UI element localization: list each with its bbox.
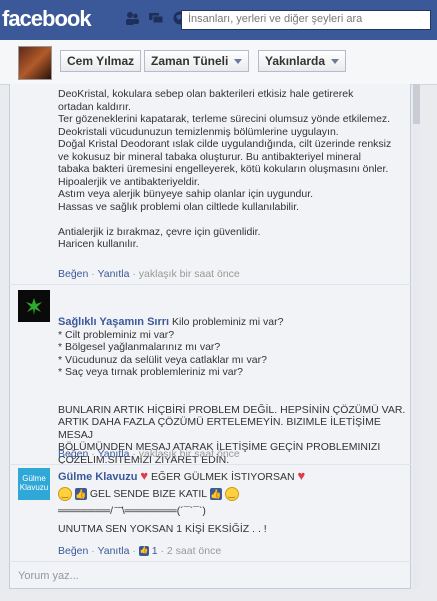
comment-1-actions: Beğen · Yanıtla · yaklaşık bir saat önce	[58, 268, 240, 280]
divider	[9, 464, 411, 465]
like-link[interactable]: Beğen	[58, 268, 88, 280]
scrollbar-thumb[interactable]	[413, 84, 420, 124]
scrollbar[interactable]	[413, 84, 420, 589]
thumbs-up-icon: 👍	[74, 487, 87, 500]
comment-line-4: UNUTMA SEN YOKSAN 1 KİŞİ EKSİĞİZ . . !	[58, 523, 267, 535]
timeline-button[interactable]: Zaman Tüneli	[144, 50, 250, 72]
profile-avatar[interactable]	[18, 46, 52, 80]
heart-icon: ♥	[140, 468, 149, 483]
comment-line: Astım veya alerjik bünyeye sahip olanlar…	[58, 188, 314, 200]
like-link[interactable]: Beğen	[58, 448, 88, 460]
comment-line: Hassas ve sağlık problemi olan ciltlede …	[58, 200, 300, 213]
comment-2-actions: Beğen · Yanıtla · yaklaşık bir saat önce	[58, 448, 240, 460]
divider	[9, 284, 411, 285]
comment-line: Antialerjik iz bırakmaz, çevre için güve…	[58, 225, 261, 238]
comment-line	[58, 391, 405, 404]
comment-line: DeoKristal, kokulara sebep olan bakteril…	[58, 88, 354, 100]
nearby-button[interactable]: Yakınlarda	[258, 50, 347, 72]
comment-line: tabaka bakteri üremesini engelleyerek, k…	[58, 163, 389, 175]
chevron-down-icon	[331, 59, 340, 65]
profile-name-label: Cem Yılmaz	[67, 54, 135, 68]
thumbs-up-icon: 👍	[209, 487, 222, 500]
comment-time: yaklaşık bir saat önce	[138, 448, 240, 460]
comment-line: Haricen kullanılır.	[58, 238, 139, 250]
comment-line: * Cilt probleminiz mi var?	[58, 328, 175, 341]
comment-line: Hipoalerjik ve antibakteriyeldir.	[58, 175, 200, 188]
comment-line-2: GEL SENDE BIZE KATIL	[89, 487, 207, 500]
like-count[interactable]: 👍 1	[138, 545, 158, 557]
nearby-label: Yakınlarda	[265, 54, 326, 68]
top-icons	[124, 10, 188, 26]
comment-line: ARTIK DAHA FAZLA ÇÖZÜMÜ ERTELEMEYİN. BIZ…	[58, 416, 381, 428]
profile-bar: Cem Yılmaz Zaman Tüneli Yakınlarda	[0, 40, 437, 85]
comment-line: Doğal Kristal Deodorant ıslak cilde uygu…	[58, 138, 392, 150]
comment-line: ortadan kaldırır.	[58, 100, 131, 113]
comment-time: 2 saat önce	[166, 545, 222, 557]
chevron-down-icon	[234, 59, 243, 65]
comment-line: MESAJ	[58, 428, 94, 441]
comment-author[interactable]: Gülme Klavuzu	[58, 471, 137, 483]
comment-line: BUNLARIN ARTIK HİÇBİRİ PROBLEM DEĞİL. HE…	[58, 403, 406, 416]
smile-icon: ‿	[58, 486, 72, 501]
thumbs-up-icon: 👍	[138, 546, 149, 557]
comment-first-line: Kilo probleminiz mi var?	[172, 316, 284, 328]
heart-icon: ♥	[297, 468, 306, 483]
like-count-value: 1	[151, 545, 158, 557]
search-input[interactable]: İnsanları, yerleri ve diğer şeyleri ara	[181, 10, 431, 30]
comment-line: * Saç veya tırnak problemleriniz mi var?	[58, 366, 243, 378]
messages-icon[interactable]	[148, 10, 164, 26]
profile-name-button[interactable]: Cem Yılmaz	[60, 50, 142, 72]
comment-time: yaklaşık bir saat önce	[138, 268, 240, 280]
comment-line: ve kokusuz bir mineral tabaka oluşturur.…	[58, 150, 361, 163]
commenter-avatar[interactable]: Gülme Klavuzu	[18, 468, 50, 500]
comment-3-body: Gülme Klavuzu ♥ EĞER GÜLMEK İSTIYORSAN ♥…	[58, 468, 306, 536]
avatar-text: Gülme Klavuzu	[19, 474, 49, 492]
reply-link[interactable]: Yanıtla	[98, 268, 130, 280]
comment-3-actions: Beğen · Yanıtla · 👍 1 · 2 saat önce	[58, 545, 222, 557]
comment-1-body: DeoKristal, kokulara sebep olan bakteril…	[58, 88, 391, 251]
comment-line: * Bölgesel yağlanmalarınız mı var?	[58, 341, 221, 353]
smile-icon: ‿	[224, 486, 239, 501]
comment-line: Deokristali vücudunuzun temizlenmiş bölü…	[58, 125, 339, 138]
top-bar: facebook İnsanları, yerleri ve diğer şey…	[0, 0, 437, 41]
write-comment-input[interactable]: Yorum yaz...	[18, 570, 79, 582]
divider	[9, 561, 411, 562]
like-link[interactable]: Beğen	[58, 545, 88, 557]
reply-link[interactable]: Yanıtla	[98, 545, 130, 557]
comment-line: Ter gözeneklerini kapatarak, terleme sür…	[58, 113, 391, 125]
comment-line	[58, 379, 405, 392]
comment-first-line: EĞER GÜLMEK İSTIYORSAN	[151, 471, 295, 483]
ascii-art: ═══════/ ̄ ̄ ̄\═══════(´¯`¯`)	[58, 504, 206, 517]
timeline-label: Zaman Tüneli	[151, 54, 229, 68]
comment-line	[58, 213, 391, 226]
facebook-logo[interactable]: facebook	[2, 6, 92, 32]
commenter-avatar[interactable]	[18, 290, 50, 322]
reply-link[interactable]: Yanıtla	[98, 448, 130, 460]
friends-icon[interactable]	[124, 10, 140, 26]
comment-author[interactable]: Sağlıklı Yaşamın Sırrı	[58, 316, 169, 328]
comment-line: * Vücudunuz da selülit veya catlaklar mı…	[58, 353, 267, 366]
